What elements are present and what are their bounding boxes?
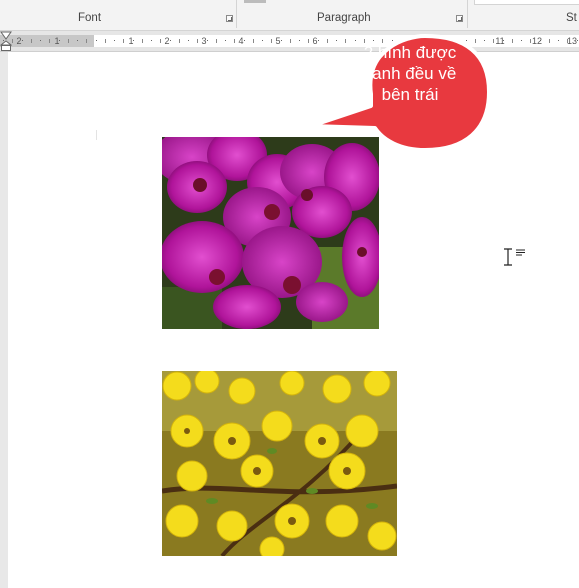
indent-marker-icon[interactable] [0, 31, 12, 51]
ruler-number: 3 [201, 36, 207, 46]
ruler-tick [188, 40, 189, 41]
ruler-tick [40, 40, 41, 41]
ruler-tick [114, 40, 115, 41]
ruler-number: 4 [238, 36, 244, 46]
callout-text: 2 hình được canh đều về bên trái [363, 43, 457, 104]
ruler-tick [299, 40, 300, 41]
ruler-number: 13 [566, 36, 577, 46]
orchid-photo[interactable] [162, 137, 379, 329]
ruler-tick [77, 40, 78, 41]
ribbon: Font Paragraph St [0, 0, 579, 31]
ruler-number: 5 [275, 36, 281, 46]
ruler-tick [521, 40, 522, 41]
ruler-tick [151, 40, 152, 41]
text-position-mark [96, 130, 97, 140]
font-group-label: Font [78, 12, 102, 24]
styles-gallery-edge[interactable] [474, 0, 579, 5]
ruler-tick [262, 40, 263, 41]
ruler-number: 11 [495, 36, 505, 46]
ruler-number: 2 [16, 36, 22, 46]
yellow-apricot-blossom-photo[interactable] [162, 371, 397, 556]
ribbon-control-edge[interactable] [244, 0, 266, 3]
ribbon-group-separator [467, 0, 468, 28]
ruler-tick [225, 40, 226, 41]
ruler-number: 2 [164, 36, 170, 46]
font-dialog-launcher-icon[interactable] [226, 15, 233, 22]
ruler-tick [96, 40, 97, 41]
ruler-tick [558, 40, 559, 41]
ibeam-cursor-icon [504, 248, 512, 266]
align-left-glyph-icon [516, 249, 525, 256]
ruler-number: 1 [128, 36, 134, 46]
styles-group-label: St [566, 12, 577, 24]
ribbon-group-separator [236, 0, 237, 28]
ruler-number: 1 [54, 36, 60, 46]
paragraph-dialog-launcher-icon[interactable] [456, 15, 463, 22]
paragraph-group-label: Paragraph [317, 12, 371, 24]
ruler-number: 12 [531, 36, 542, 46]
